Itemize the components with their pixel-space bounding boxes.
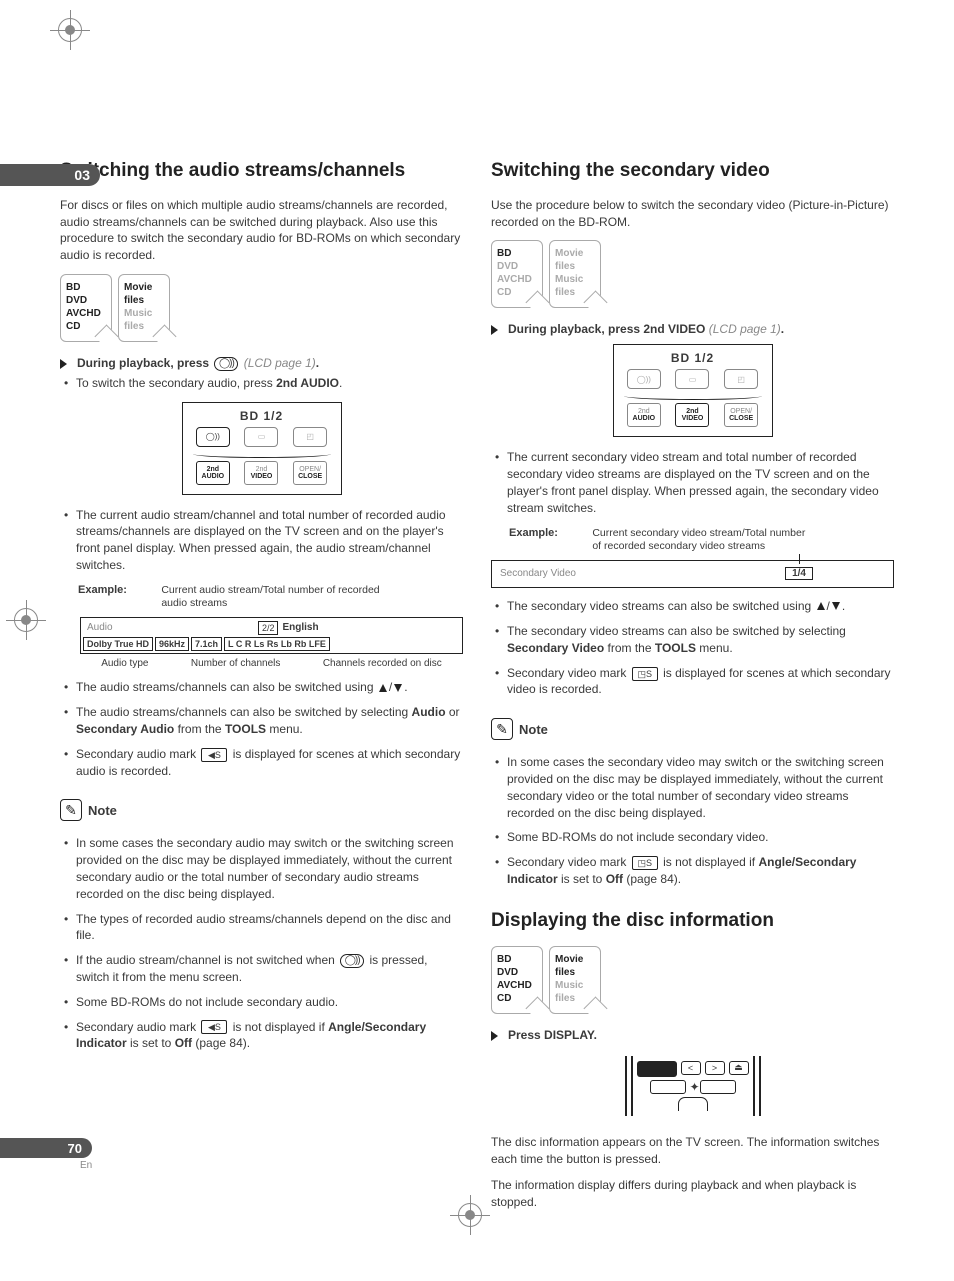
remote-pip-icon: ◰ (293, 427, 327, 447)
heading-display-disc-info: Displaying the disc information (491, 910, 894, 932)
step-press-display: Press DISPLAY. (491, 1028, 894, 1042)
note-v1: In some cases the secondary video may sw… (507, 754, 894, 821)
badge-files: Movie files Music files (549, 240, 601, 308)
remote-open-close: OPEN/CLOSE (293, 461, 327, 485)
pencil-icon (491, 718, 513, 740)
audio-button-icon: ◯)) (214, 357, 238, 371)
remote-audio-icon: ◯)) (196, 427, 230, 447)
intro-text: For discs or files on which multiple aud… (60, 197, 463, 264)
register-mark (450, 1195, 490, 1235)
badge-files: Movie files Music files (549, 946, 601, 1014)
note-1: In some cases the secondary audio may sw… (76, 835, 463, 902)
speaker-s-icon: ◀S (201, 748, 227, 762)
register-mark (6, 600, 46, 640)
down-arrow-icon (832, 598, 840, 615)
badge-discs: BD DVD AVCHD CD (491, 240, 543, 308)
right-column: Switching the secondary video Use the pr… (491, 160, 894, 1221)
panel-prev: < (681, 1061, 701, 1075)
chapter-label: 03 (0, 164, 100, 186)
heading-switch-audio: Switching the audio streams/channels (60, 160, 463, 183)
disc-badges-display: BD DVD AVCHD CD Movie files Music files (491, 946, 894, 1014)
panel-arc (678, 1097, 708, 1111)
language-code: En (80, 1160, 92, 1171)
left-column: Switching the audio streams/channels For… (60, 160, 463, 1221)
desc-after-remote: The current audio stream/channel and tot… (76, 507, 463, 574)
example-label: Example: (78, 584, 158, 596)
note-heading: Note (60, 799, 117, 821)
heading-switch-video: Switching the secondary video (491, 160, 894, 183)
note-2: The types of recorded audio streams/chan… (76, 911, 463, 945)
register-mark (50, 10, 90, 50)
desc-after-remote-video: The current secondary video stream and t… (507, 449, 894, 516)
bullet-sv-mark: Secondary video mark ◳S is displayed for… (507, 665, 894, 699)
panel-eject: ⏏ (729, 1061, 749, 1075)
panel-btn (650, 1080, 686, 1094)
intro-text-video: Use the procedure below to switch the se… (491, 197, 894, 231)
triangle-bullet-icon (491, 325, 498, 335)
step-playback-press-video: During playback, press 2nd VIDEO (LCD pa… (491, 322, 894, 336)
example-desc: Current audio stream/Total number of rec… (161, 584, 381, 611)
remote-video-icon: ▭ (675, 369, 709, 389)
remote-pip-icon: ◰ (724, 369, 758, 389)
remote-audio-icon: ◯)) (627, 369, 661, 389)
remote-illustration-audio: BD 1/2 ◯)) ▭ ◰ 2ndAUDIO 2ndVIDEO OPEN/CL… (182, 402, 342, 495)
remote-2nd-audio: 2ndAUDIO (627, 403, 661, 427)
remote-title: BD 1/2 (620, 351, 766, 365)
bullet-sv-tools: The secondary video streams can also be … (507, 623, 894, 657)
audio-button-icon: ◯)) (340, 954, 364, 968)
note-5: Secondary audio mark ◀S is not displayed… (76, 1019, 463, 1053)
remote-illustration-video: BD 1/2 ◯)) ▭ ◰ 2ndAUDIO 2ndVIDEO OPEN/CL… (613, 344, 773, 437)
bullet-switch-updown: The audio streams/channels can also be s… (76, 679, 463, 696)
note-4: Some BD-ROMs do not include secondary au… (76, 994, 463, 1011)
remote-2nd-video: 2ndVIDEO (675, 403, 709, 427)
panel-display (637, 1061, 677, 1077)
panel-btn (700, 1080, 736, 1094)
triangle-bullet-icon (60, 359, 67, 369)
panel-next: > (705, 1061, 725, 1075)
front-panel-illustration: < > ⏏ ✦ (583, 1050, 803, 1122)
note-v3: Secondary video mark ◳S is not displayed… (507, 854, 894, 888)
closing-2: The information display differs during p… (491, 1177, 894, 1211)
badge-files: Movie files Music files (118, 274, 170, 342)
bullet-secondary-mark: Secondary audio mark ◀S is displayed for… (76, 746, 463, 780)
bullet-sv-updown: The secondary video streams can also be … (507, 598, 894, 615)
page-content: Switching the audio streams/channels For… (0, 0, 954, 1281)
disc-badges: BD DVD AVCHD CD Movie files Music files (60, 274, 463, 342)
example-desc: Current secondary video stream/Total num… (592, 527, 812, 554)
remote-2nd-video: 2ndVIDEO (244, 461, 278, 485)
pip-s-icon: ◳S (632, 856, 658, 870)
disc-badges-video: BD DVD AVCHD CD Movie files Music files (491, 240, 894, 308)
pip-s-icon: ◳S (632, 667, 658, 681)
note-v2: Some BD-ROMs do not include secondary vi… (507, 829, 894, 846)
step-playback-press-audio: During playback, press ◯)) (LCD page 1). (60, 356, 463, 371)
closing-1: The disc information appears on the TV s… (491, 1134, 894, 1168)
example-label: Example: (509, 527, 589, 539)
remote-2nd-audio: 2ndAUDIO (196, 461, 230, 485)
secondary-video-osd-diagram: Secondary Video 1/4 (491, 560, 894, 588)
remote-video-icon: ▭ (244, 427, 278, 447)
page-number: 70 (0, 1138, 92, 1158)
note-heading-video: Note (491, 718, 548, 740)
pencil-icon (60, 799, 82, 821)
up-arrow-icon (817, 598, 825, 615)
speaker-s-icon: ◀S (201, 1020, 227, 1034)
down-arrow-icon (394, 680, 402, 697)
note-3: If the audio stream/channel is not switc… (76, 952, 463, 986)
remote-title: BD 1/2 (189, 409, 335, 423)
badge-discs: BD DVD AVCHD CD (60, 274, 112, 342)
triangle-bullet-icon (491, 1031, 498, 1041)
up-arrow-icon (379, 680, 387, 697)
remote-open-close: OPEN/CLOSE (724, 403, 758, 427)
badge-discs: BD DVD AVCHD CD (491, 946, 543, 1014)
audio-osd-diagram: Audio 2/2 English Dolby True HD 96kHz 7.… (80, 617, 463, 669)
bullet-switch-tools: The audio streams/channels can also be s… (76, 704, 463, 738)
step-sub: To switch the secondary audio, press 2nd… (76, 375, 463, 392)
